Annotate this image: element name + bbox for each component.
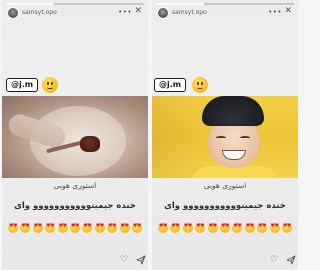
story-footer: ♡	[2, 255, 148, 267]
story-panel-right[interactable]: samsyt.opo ••• ✕ @j.m استوری هوبی خنده ج…	[152, 0, 298, 270]
heart-eyes-emoji-icon	[131, 223, 142, 233]
story-footer: ♡	[152, 255, 298, 267]
heart-eyes-emoji-icon	[281, 223, 292, 233]
heart-eyes-emoji-icon	[107, 223, 118, 233]
mention-sticker[interactable]: @j.m	[154, 78, 187, 92]
caption-title: استوری هوبی	[53, 181, 97, 190]
heart-eyes-emoji-icon	[158, 223, 168, 233]
caption-main: خنده جیمینووووووووووو وای	[14, 201, 136, 211]
heart-eyes-emoji-icon	[20, 223, 31, 233]
emoji-row	[158, 223, 292, 235]
story-progress-bar	[6, 3, 144, 5]
heart-eyes-emoji-icon	[219, 223, 230, 233]
paper-plane-icon[interactable]	[286, 255, 296, 265]
paper-plane-icon[interactable]	[136, 255, 146, 265]
heart-eyes-emoji-icon	[170, 223, 181, 233]
heart-eyes-emoji-icon	[195, 223, 206, 233]
eye-shape	[240, 136, 250, 139]
story-progress-bar	[156, 3, 294, 5]
heart-eyes-emoji-icon	[257, 223, 268, 233]
story-progress-fill	[6, 3, 55, 5]
heart-eyes-emoji-icon	[57, 223, 68, 233]
story-media-photo	[152, 96, 298, 178]
close-icon[interactable]: ✕	[134, 7, 142, 16]
eye-shape	[216, 136, 226, 139]
thinking-face-emoji-sticker	[192, 77, 208, 93]
avatar[interactable]	[157, 7, 169, 19]
heart-eyes-emoji-icon	[8, 223, 18, 233]
close-icon[interactable]: ✕	[284, 7, 292, 16]
story-media-photo	[2, 96, 148, 178]
cake-shape	[80, 136, 100, 152]
heart-eyes-emoji-icon	[119, 223, 130, 233]
story-progress-fill	[156, 3, 205, 5]
heart-outline-icon[interactable]: ♡	[270, 255, 278, 265]
heart-eyes-emoji-icon	[269, 223, 280, 233]
heart-eyes-emoji-icon	[182, 223, 193, 233]
thinking-face-emoji-sticker	[42, 77, 58, 93]
heart-eyes-emoji-icon	[94, 223, 105, 233]
avatar[interactable]	[7, 7, 19, 19]
heart-eyes-emoji-icon	[69, 223, 80, 233]
more-horizontal-icon[interactable]: •••	[118, 9, 132, 16]
emoji-row	[8, 223, 142, 235]
beanie-shape	[202, 96, 264, 126]
username-label[interactable]: samsyt.opo	[172, 9, 207, 16]
username-label[interactable]: samsyt.opo	[22, 9, 57, 16]
story-header: samsyt.opo ••• ✕	[157, 7, 294, 21]
heart-eyes-emoji-icon	[232, 223, 243, 233]
story-header: samsyt.opo ••• ✕	[7, 7, 144, 21]
more-horizontal-icon[interactable]: •••	[268, 9, 282, 16]
heart-eyes-emoji-icon	[207, 223, 218, 233]
heart-eyes-emoji-icon	[45, 223, 56, 233]
story-panel-left[interactable]: samsyt.opo ••• ✕ @j.m استوری هوبی خنده ج…	[2, 0, 148, 270]
heart-eyes-emoji-icon	[32, 223, 43, 233]
heart-outline-icon[interactable]: ♡	[120, 255, 128, 265]
heart-eyes-emoji-icon	[244, 223, 255, 233]
heart-eyes-emoji-icon	[82, 223, 93, 233]
mention-sticker[interactable]: @j.m	[6, 78, 39, 92]
caption-main: خنده جیمینووووووووووو وای	[164, 201, 286, 211]
caption-title: استوری هوبی	[203, 181, 247, 190]
